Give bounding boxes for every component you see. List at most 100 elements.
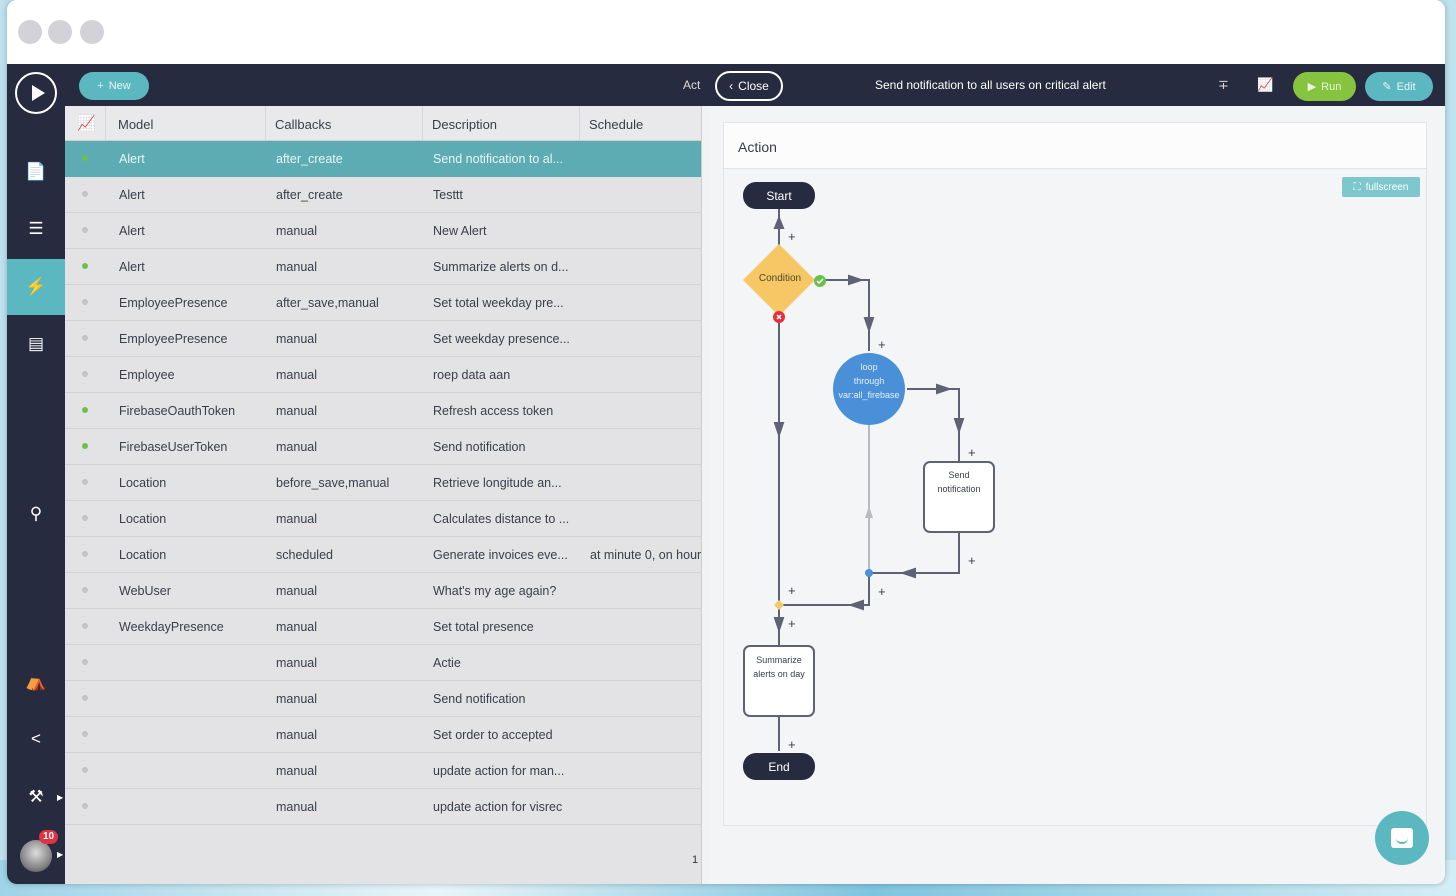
cell-model: Location — [119, 548, 167, 562]
column-description[interactable]: Description — [432, 117, 497, 132]
cell-description: roep data aan — [433, 368, 511, 382]
cell-description: Refresh access token — [433, 404, 554, 418]
cell-callbacks: manual — [276, 332, 317, 346]
cell-model: Alert — [119, 152, 145, 166]
cell-description: Retrieve longitude an... — [433, 476, 562, 490]
table-row[interactable]: Alert after_create Testtt — [65, 177, 701, 213]
cell-callbacks: manual — [276, 800, 317, 814]
edit-button[interactable]: ✎ Edit — [1365, 72, 1433, 101]
table-row[interactable]: Employee manual roep data aan — [65, 357, 701, 393]
table-row[interactable]: Alert manual Summarize alerts on d... — [65, 249, 701, 285]
status-dot — [82, 335, 88, 341]
table-row[interactable]: Location manual Calculates distance to ... — [65, 501, 701, 537]
column-model[interactable]: Model — [118, 117, 153, 132]
table-row[interactable]: Location scheduled Generate invoices eve..… — [65, 537, 701, 573]
add-step-button: + — [788, 583, 796, 598]
cell-description: Set total presence — [433, 620, 534, 634]
column-schedule[interactable]: Schedule — [589, 117, 643, 132]
cell-description: Send notification to al... — [433, 152, 563, 166]
table-row[interactable]: WeekdayPresence manual Set total presence — [65, 609, 701, 645]
table-row[interactable]: manual Send notification — [65, 681, 701, 717]
cell-callbacks: manual — [276, 764, 317, 778]
cell-callbacks: manual — [276, 368, 317, 382]
table-row[interactable]: WebUser manual What's my age again? — [65, 573, 701, 609]
window-minimize-button[interactable] — [48, 20, 72, 44]
cell-callbacks: manual — [276, 692, 317, 706]
status-dot — [82, 371, 88, 377]
cell-model: FirebaseUserToken — [119, 440, 228, 454]
logo-play-icon[interactable] — [15, 72, 57, 114]
search-icon: ⚲ — [29, 504, 43, 523]
flow-condition-label: Condition — [759, 273, 801, 284]
table-header: 📈 Model Callbacks Description Schedule — [65, 106, 701, 141]
table-row[interactable]: Alert after_create Send notification to al… — [65, 141, 701, 177]
chart-icon[interactable]: 📈 — [77, 114, 96, 132]
sidebar-item-actions[interactable]: ⚡ — [7, 259, 65, 315]
add-step-button: + — [788, 737, 796, 752]
table-row[interactable]: manual Actie — [65, 645, 701, 681]
status-dot — [82, 155, 88, 161]
cell-callbacks: manual — [276, 260, 317, 274]
avatar[interactable] — [20, 840, 52, 872]
close-button[interactable]: ‹ Close — [715, 71, 783, 101]
table-row[interactable]: EmployeePresence after_save,manual Set tot… — [65, 285, 701, 321]
column-callbacks[interactable]: Callbacks — [275, 117, 331, 132]
sidebar-item-servers[interactable]: ▤ — [7, 316, 65, 372]
cell-callbacks: manual — [276, 656, 317, 670]
cell-description: What's my age again? — [433, 584, 557, 598]
table-row[interactable]: FirebaseUserToken manual Send notification — [65, 429, 701, 465]
sidebar: 📄 ☰ ⚡ ▤ ⚲ ⛺ < ⚒ ▶ 10 ▶ — [7, 64, 65, 884]
edge-loop-send — [907, 388, 960, 461]
cell-description: Testtt — [433, 188, 463, 202]
status-dot — [82, 731, 88, 737]
cell-model: Alert — [119, 224, 145, 238]
status-dot — [82, 515, 88, 521]
cell-callbacks: before_save,manual — [276, 476, 390, 490]
server-icon: ▤ — [27, 334, 45, 353]
table-row[interactable]: EmployeePresence manual Set weekday presen… — [65, 321, 701, 357]
page-number[interactable]: 1 — [692, 854, 698, 866]
cell-description: Generate invoices eve... — [433, 548, 568, 562]
cell-model: Location — [119, 476, 167, 490]
new-button[interactable]: + New — [79, 72, 149, 100]
add-step-button: + — [788, 229, 796, 244]
run-button[interactable]: ▶ Run — [1293, 72, 1356, 101]
status-dot — [82, 407, 88, 413]
chat-button[interactable] — [1375, 811, 1429, 865]
play-icon: ▶ — [1307, 81, 1317, 93]
cell-callbacks: manual — [276, 224, 317, 238]
cell-callbacks: manual — [276, 512, 317, 526]
flow-send-label-1: Send — [948, 470, 969, 480]
cell-model: Alert — [119, 188, 145, 202]
table-row[interactable]: Location before_save,manual Retrieve longi… — [65, 465, 701, 501]
cell-model: WeekdayPresence — [119, 620, 224, 634]
cell-description: update action for man... — [433, 764, 565, 778]
table-row[interactable]: manual update action for man... — [65, 753, 701, 789]
panel-divider[interactable] — [701, 106, 709, 884]
table-row[interactable]: manual update action for visrec — [65, 789, 701, 825]
sidebar-item-database[interactable]: ☰ — [7, 201, 65, 257]
cell-schedule: at minute 0, on hour — [590, 548, 701, 562]
collapse-icon[interactable]: ∓ — [1218, 77, 1229, 93]
cell-callbacks: after_save,manual — [276, 296, 379, 310]
sidebar-item-store[interactable]: ⛺ — [7, 654, 65, 710]
sidebar-item-files[interactable]: 📄 — [7, 144, 65, 200]
chart-icon[interactable]: 📈 — [1257, 77, 1273, 93]
flow-start-label: Start — [766, 189, 792, 203]
flow-diagram: Start Condition loop through var:all_fir… — [743, 182, 995, 780]
window-close-button[interactable] — [18, 20, 42, 44]
table-row[interactable]: manual Set order to accepted — [65, 717, 701, 753]
table-row[interactable]: FirebaseOauthToken manual Refresh access t… — [65, 393, 701, 429]
sidebar-item-search[interactable]: ⚲ — [7, 486, 65, 542]
lightning-icon: ⚡ — [25, 277, 47, 296]
flow-loop-label-3: var:all_firebase — [838, 390, 899, 400]
window-maximize-button[interactable] — [80, 20, 104, 44]
sidebar-item-share[interactable]: < — [7, 711, 65, 767]
cell-description: Send notification — [433, 440, 526, 454]
status-dot — [82, 767, 88, 773]
act-label: Act — [683, 78, 701, 92]
page-title: Send notification to all users on critic… — [875, 78, 1106, 92]
table-row[interactable]: Alert manual New Alert — [65, 213, 701, 249]
cell-callbacks: manual — [276, 728, 317, 742]
flow-summarize-label-2: alerts on day — [753, 669, 805, 679]
